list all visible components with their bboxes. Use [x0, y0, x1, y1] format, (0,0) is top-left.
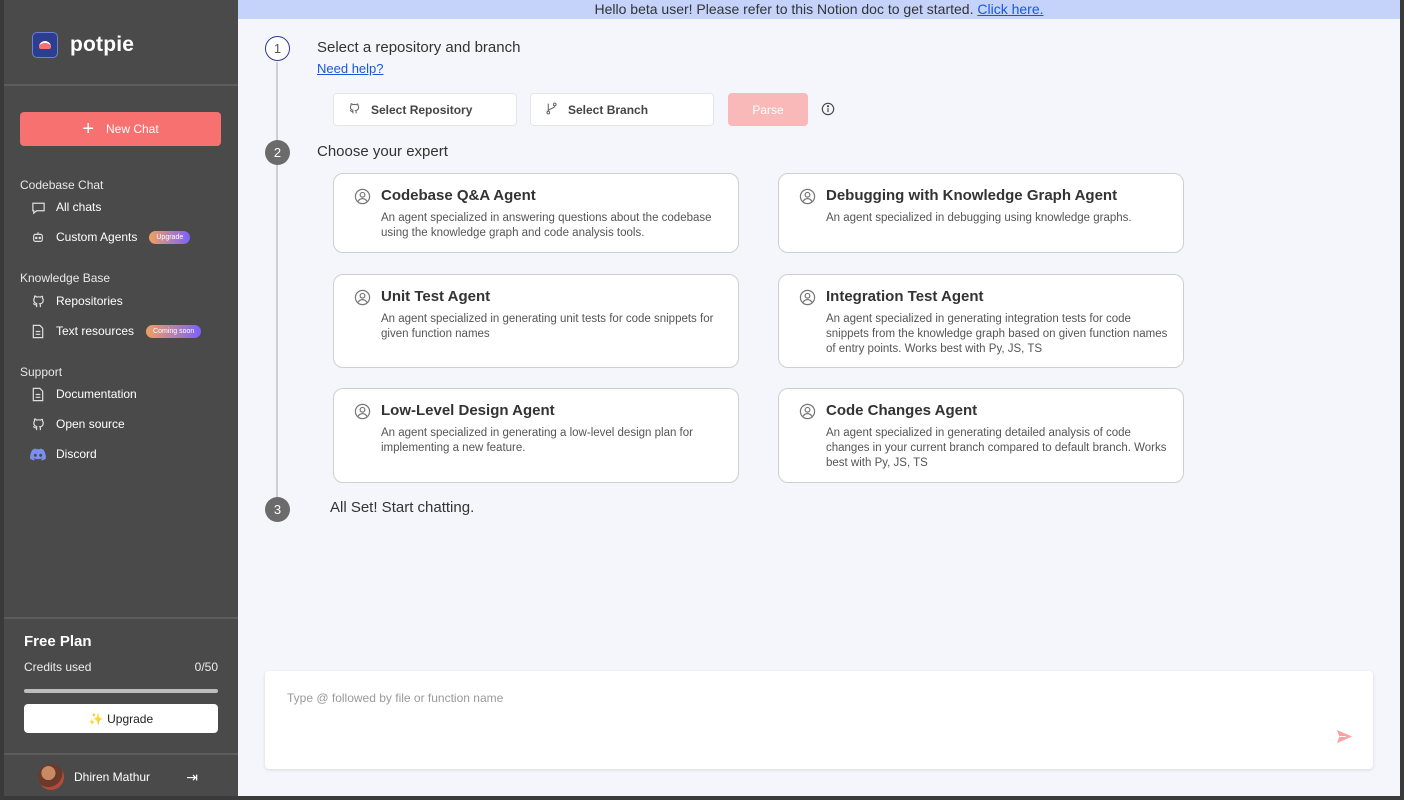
github-icon	[30, 293, 46, 309]
sidebar-divider	[4, 617, 238, 619]
sidebar-item-open-source[interactable]: Open source	[30, 414, 125, 434]
chat-input-box	[265, 671, 1373, 769]
sidebar-item-label: All chats	[56, 200, 102, 214]
agent-card-unit-test[interactable]: Unit Test Agent An agent specialized in …	[333, 274, 739, 368]
potpie-logo-icon	[32, 32, 58, 58]
step-3-indicator: 3	[265, 497, 290, 522]
section-support: Support	[20, 365, 63, 379]
plan-title: Free Plan	[24, 633, 92, 650]
select-repository-dropdown[interactable]: Select Repository	[333, 93, 517, 126]
step-2-title: Choose your expert	[317, 143, 448, 160]
user-circle-icon	[354, 188, 371, 210]
parse-button[interactable]: Parse	[728, 93, 808, 126]
agent-card-codebase-qa[interactable]: Codebase Q&A Agent An agent specialized …	[333, 173, 739, 253]
github-icon	[30, 416, 46, 432]
chat-bubble-icon	[30, 199, 46, 215]
logout-arrow-icon[interactable]: ⇥	[186, 769, 198, 786]
document-icon	[30, 323, 46, 339]
agent-description: An agent specialized in debugging using …	[826, 212, 1132, 224]
section-codebase-chat: Codebase Chat	[20, 178, 104, 192]
user-circle-icon	[799, 188, 816, 210]
git-branch-icon	[545, 102, 558, 118]
discord-icon	[30, 446, 46, 462]
sidebar-item-documentation[interactable]: Documentation	[30, 384, 137, 404]
step-3-title: All Set! Start chatting.	[330, 499, 475, 516]
sidebar-item-label: Documentation	[56, 387, 137, 401]
user-name: Dhiren Mathur	[74, 770, 151, 784]
new-chat-label: New Chat	[106, 122, 159, 136]
step-1-title: Select a repository and branch	[317, 39, 521, 56]
new-chat-button[interactable]: + New Chat	[20, 112, 221, 146]
upgrade-button[interactable]: ✨ Upgrade	[24, 704, 218, 733]
coming-soon-badge: Coming soon	[146, 324, 202, 338]
sidebar-divider	[4, 753, 238, 755]
upgrade-badge[interactable]: Upgrade	[149, 230, 191, 244]
sidebar: potpie + New Chat Codebase Chat All chat…	[4, 0, 238, 796]
sidebar-item-repositories[interactable]: Repositories	[30, 291, 123, 311]
step-connector-line	[276, 62, 278, 502]
sidebar-divider	[4, 84, 238, 86]
section-knowledge-base: Knowledge Base	[20, 271, 111, 285]
user-circle-icon	[799, 289, 816, 311]
agent-card-integration-test[interactable]: Integration Test Agent An agent speciali…	[778, 274, 1184, 368]
main-panel: Hello beta user! Please refer to this No…	[238, 0, 1400, 796]
agent-name: Code Changes Agent	[826, 402, 978, 419]
info-icon[interactable]	[821, 102, 835, 121]
sidebar-item-label: Repositories	[56, 294, 123, 308]
credits-row: Credits used 0/50	[24, 660, 218, 674]
sidebar-item-label: Custom Agents	[56, 230, 138, 244]
robot-icon	[30, 229, 46, 245]
user-circle-icon	[799, 403, 816, 425]
credits-value: 0/50	[194, 660, 218, 674]
github-icon	[348, 102, 361, 118]
step-2-indicator: 2	[265, 140, 290, 165]
send-icon[interactable]	[1336, 729, 1353, 749]
agent-name: Codebase Q&A Agent	[381, 187, 536, 204]
agent-description: An agent specialized in generating unit …	[381, 313, 714, 340]
brand-name: potpie	[70, 33, 135, 56]
user-circle-icon	[354, 403, 371, 425]
sidebar-item-all-chats[interactable]: All chats	[30, 197, 101, 217]
plus-icon: +	[82, 118, 94, 140]
agent-name: Integration Test Agent	[826, 288, 984, 305]
document-icon	[30, 386, 46, 402]
banner-text: Hello beta user! Please refer to this No…	[594, 1, 974, 17]
select-repository-label: Select Repository	[371, 102, 473, 117]
credits-progress-bar	[24, 689, 218, 693]
sidebar-item-label: Text resources	[56, 324, 135, 338]
select-branch-dropdown[interactable]: Select Branch	[530, 93, 714, 126]
beta-banner: Hello beta user! Please refer to this No…	[238, 0, 1400, 19]
agent-name: Low-Level Design Agent	[381, 402, 555, 419]
credits-label: Credits used	[24, 660, 92, 674]
sidebar-item-label: Open source	[56, 417, 125, 431]
agent-description: An agent specialized in generating detai…	[826, 427, 1167, 469]
select-branch-label: Select Branch	[568, 102, 649, 117]
sidebar-item-discord[interactable]: Discord	[30, 444, 97, 464]
user-circle-icon	[354, 289, 371, 311]
agent-description: An agent specialized in generating integ…	[826, 313, 1168, 355]
agent-card-debugging[interactable]: Debugging with Knowledge Graph Agent An …	[778, 173, 1184, 253]
chat-message-input[interactable]	[287, 691, 1187, 705]
agent-name: Unit Test Agent	[381, 288, 491, 305]
agent-card-low-level-design[interactable]: Low-Level Design Agent An agent speciali…	[333, 388, 739, 483]
sidebar-item-label: Discord	[56, 447, 97, 461]
step-1-indicator: 1	[265, 36, 290, 61]
need-help-link[interactable]: Need help?	[317, 61, 384, 76]
banner-link[interactable]: Click here.	[977, 1, 1043, 17]
avatar	[38, 764, 64, 790]
agent-description: An agent specialized in generating a low…	[381, 427, 693, 454]
user-profile[interactable]: Dhiren Mathur ⇥	[38, 764, 198, 790]
sidebar-item-text-resources[interactable]: Text resources Coming soon	[30, 321, 202, 341]
agent-name: Debugging with Knowledge Graph Agent	[826, 187, 1118, 204]
sidebar-item-custom-agents[interactable]: Custom Agents Upgrade	[30, 227, 191, 247]
brand-logo[interactable]: potpie	[32, 32, 134, 58]
agent-description: An agent specialized in answering questi…	[381, 212, 712, 239]
agent-card-code-changes[interactable]: Code Changes Agent An agent specialized …	[778, 388, 1184, 483]
